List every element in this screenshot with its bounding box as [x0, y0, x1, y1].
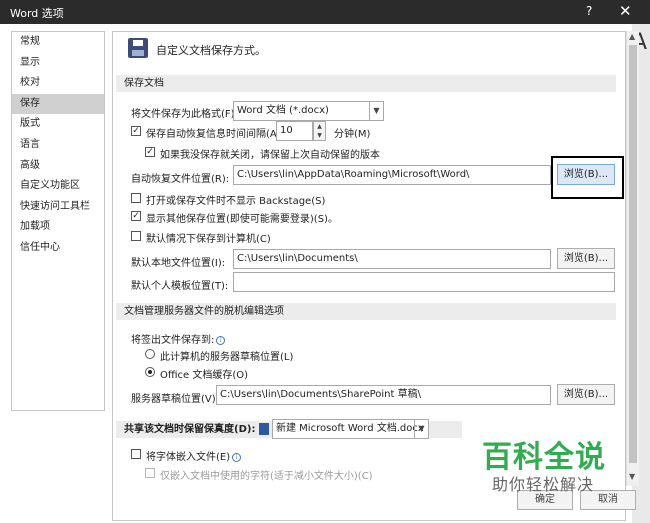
sidebar-item-addins[interactable]: 加载项: [12, 217, 104, 238]
scroll-down-icon[interactable]: ▼: [629, 472, 635, 481]
autorecover-minutes-input[interactable]: 10: [276, 121, 313, 141]
checkout-label-text: 将签出文件保存到:: [131, 335, 215, 346]
section-save-documents: 保存文档: [116, 75, 616, 92]
backstage-checkbox[interactable]: [131, 193, 141, 203]
fidelity-doc-dropdown[interactable]: 新建 Microsoft Word 文档.docx ▼: [272, 419, 429, 439]
vertical-scrollbar[interactable]: ▲ ▼: [626, 31, 639, 486]
local-browse-button[interactable]: 浏览(B)...: [557, 248, 615, 269]
template-location-label: 默认个人模板位置(T):: [131, 281, 229, 292]
template-location-input[interactable]: [233, 272, 615, 292]
backstage-label: 打开或保存文件时不显示 Backstage(S): [146, 196, 326, 207]
sidebar-item-trust-center[interactable]: 信任中心: [12, 238, 104, 259]
keep-last-version-label: 如果我没保存就关闭，请保留上次自动保留的版本: [160, 150, 380, 161]
autorecover-checkbox[interactable]: ✓: [131, 126, 141, 136]
local-location-label: 默认本地文件位置(I):: [131, 258, 226, 269]
embed-fonts-checkbox[interactable]: [131, 449, 141, 459]
scroll-thumb[interactable]: [629, 45, 637, 463]
category-sidebar: 常规 显示 校对 保存 版式 语言 高级 自定义功能区 快速访问工具栏 加载项 …: [11, 31, 105, 411]
sidebar-item-layout[interactable]: 版式: [12, 114, 104, 135]
info-icon: i: [216, 336, 226, 345]
save-to-computer-checkbox[interactable]: [131, 231, 141, 241]
sidebar-item-save[interactable]: 保存: [12, 93, 104, 115]
office-cache-label: Office 文档缓存(O): [160, 370, 249, 381]
section-offline-editing: 文档管理服务器文件的脱机编辑选项: [116, 303, 616, 320]
window-title: Word 选项: [10, 7, 64, 20]
autorecover-location-input[interactable]: C:\Users\lin\AppData\Roaming\Microsoft\W…: [233, 165, 551, 185]
checkout-label: 将签出文件保存到: i: [131, 331, 226, 346]
highlight-frame: [551, 156, 624, 199]
autorecover-location-label: 自动恢复文件位置(R):: [131, 174, 230, 185]
stepper-down-icon[interactable]: ▼: [314, 131, 325, 140]
drafts-location-label: 服务器草稿位置(V):: [131, 394, 220, 405]
chevron-down-icon: ▼: [369, 102, 383, 120]
chevron-down-icon: ▼: [414, 420, 428, 438]
embed-used-chars-checkbox[interactable]: [145, 468, 155, 478]
info-icon: i: [232, 453, 242, 462]
word-doc-icon: [259, 423, 269, 435]
sidebar-item-customize-ribbon[interactable]: 自定义功能区: [12, 176, 104, 197]
save-disk-icon: [128, 38, 148, 58]
help-icon[interactable]: ?: [586, 4, 592, 18]
embed-fonts-label-text: 将字体嵌入文件(E): [146, 452, 231, 463]
sidebar-item-general[interactable]: 常规: [12, 32, 104, 53]
embed-used-chars-label: 仅嵌入文档中使用的字符(适于减小文件大小)(C): [160, 471, 373, 482]
watermark-subtitle: 助你轻松解决: [492, 475, 595, 494]
office-cache-radio[interactable]: [145, 367, 155, 377]
drafts-browse-button[interactable]: 浏览(B)...: [557, 384, 615, 405]
format-dropdown[interactable]: Word 文档 (*.docx) ▼: [233, 101, 384, 121]
server-drafts-radio[interactable]: [145, 349, 155, 359]
format-label: 将文件保存为此格式(F):: [131, 109, 238, 120]
title-bar: Word 选项 ? ✕: [0, 0, 650, 24]
sidebar-item-display[interactable]: 显示: [12, 53, 104, 74]
close-icon[interactable]: ✕: [619, 2, 632, 20]
embed-fonts-label: 将字体嵌入文件(E) i: [146, 448, 242, 463]
autorecover-label: 保存自动恢复信息时间间隔(A): [146, 129, 281, 140]
drafts-location-input[interactable]: C:\Users\lin\Documents\SharePoint 草稿\: [216, 385, 551, 405]
minutes-stepper[interactable]: ▲ ▼: [313, 121, 326, 141]
server-drafts-label: 此计算机的服务器草稿位置(L): [160, 352, 294, 363]
save-to-computer-label: 默认情况下保存到计算机(C): [146, 234, 271, 245]
sidebar-item-quick-access[interactable]: 快速访问工具栏: [12, 197, 104, 218]
watermark-title: 百科全说: [482, 440, 606, 475]
keep-last-version-checkbox[interactable]: ✓: [145, 147, 155, 157]
page-header: 自定义文档保存方式。: [156, 44, 266, 57]
stepper-up-icon[interactable]: ▲: [314, 122, 325, 131]
minutes-unit-label: 分钟(M): [334, 129, 371, 140]
show-other-locations-label: 显示其他保存位置(即使可能需要登录)(S)。: [146, 214, 338, 225]
show-other-locations-checkbox[interactable]: ✓: [131, 211, 141, 221]
fidelity-doc-value: 新建 Microsoft Word 文档.docx: [276, 423, 424, 434]
scroll-up-icon[interactable]: ▲: [629, 32, 635, 41]
format-value: Word 文档 (*.docx): [237, 105, 329, 116]
local-location-input[interactable]: C:\Users\lin\Documents\: [233, 249, 551, 269]
sidebar-item-advanced[interactable]: 高级: [12, 156, 104, 177]
sidebar-item-language[interactable]: 语言: [12, 135, 104, 156]
sidebar-item-proofing[interactable]: 校对: [12, 73, 104, 94]
